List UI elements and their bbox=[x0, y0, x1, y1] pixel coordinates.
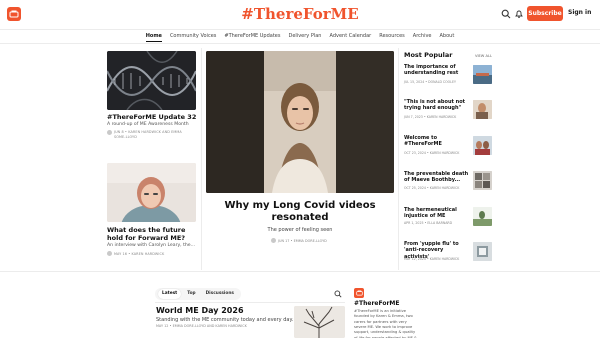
post-subtitle: Standing with the ME community today and… bbox=[156, 317, 294, 323]
popular-post-meta: OCT 23, 2024 • KAREN HARDWICK bbox=[404, 151, 460, 155]
publication-name: #ThereForME bbox=[354, 300, 400, 307]
author-avatar bbox=[107, 130, 112, 135]
feed-divider bbox=[155, 302, 345, 303]
search-icon[interactable] bbox=[501, 9, 511, 19]
post-title[interactable]: What does the future hold for Forward ME… bbox=[107, 226, 199, 242]
feed-tabs: Latest Top Discussions bbox=[155, 288, 241, 300]
tab-latest[interactable]: Latest bbox=[158, 289, 182, 299]
popular-post-thumbnail[interactable] bbox=[473, 65, 492, 84]
site-header: #ThereForME Subscribe Sign in bbox=[0, 0, 600, 30]
popular-post-title[interactable]: The importance of understanding rest bbox=[404, 64, 470, 77]
nav-bottom-divider bbox=[0, 43, 600, 44]
nav-resources[interactable]: Resources bbox=[379, 31, 405, 43]
sign-in-link[interactable]: Sign in bbox=[568, 9, 591, 16]
popular-post-title[interactable]: "This is not about not trying hard enoug… bbox=[404, 99, 470, 112]
post-image-tree[interactable] bbox=[294, 306, 345, 338]
nav-about[interactable]: About bbox=[440, 31, 455, 43]
nav-updates[interactable]: #ThereForME Updates bbox=[224, 31, 280, 43]
most-popular-heading: Most Popular bbox=[404, 51, 453, 59]
post-meta: JUN 8 • KAREN HARDWICK AND EMMA SOME-LLO… bbox=[114, 130, 202, 139]
section-divider bbox=[0, 271, 600, 272]
post-subtitle: An interview with Carolyn Leary, the... bbox=[107, 243, 196, 248]
post-title[interactable]: World ME Day 2026 bbox=[156, 306, 244, 315]
popular-post-thumbnail[interactable] bbox=[473, 242, 492, 261]
column-divider bbox=[398, 48, 399, 270]
view-all-link[interactable]: VIEW ALL bbox=[475, 54, 492, 58]
hero-subtitle: The power of feeling seen bbox=[267, 227, 333, 233]
post-image-portrait[interactable] bbox=[107, 163, 196, 222]
post-subtitle: A round-up of ME Awareness Month bbox=[107, 122, 189, 127]
nav-advent-calendar[interactable]: Advent Calendar bbox=[329, 31, 371, 43]
publication-logo-icon[interactable] bbox=[354, 288, 364, 298]
tab-top[interactable]: Top bbox=[183, 289, 199, 299]
post-image-dna[interactable] bbox=[107, 51, 196, 110]
popular-post-thumbnail[interactable] bbox=[473, 207, 492, 226]
popular-post-thumbnail[interactable] bbox=[473, 136, 492, 155]
hero-meta: JUN 17 • EMMA DORE-LLOYD bbox=[278, 239, 327, 243]
hero-title[interactable]: Why my Long Covid videos resonated bbox=[206, 200, 394, 224]
subscribe-button[interactable]: Subscribe bbox=[527, 6, 563, 21]
main-nav: Home Community Voices #ThereForME Update… bbox=[0, 31, 600, 43]
popular-post-meta: APR 1, 2025 • ELLA BARNARD bbox=[404, 221, 453, 225]
popular-post-meta: MAY 12, 2024 • KAREN HARDWICK bbox=[404, 257, 460, 261]
popular-post-thumbnail[interactable] bbox=[473, 171, 492, 190]
popular-post-meta: JUN 7, 2023 • KAREN HARDWICK bbox=[404, 115, 457, 119]
post-meta-line: SOME-LLOYD bbox=[114, 134, 137, 139]
tab-discussions[interactable]: Discussions bbox=[202, 289, 238, 299]
post-meta: MAY 16 • KAREN HARDWICK bbox=[114, 252, 165, 256]
post-title[interactable]: #ThereForME Update 32 bbox=[107, 113, 199, 121]
nav-archive[interactable]: Archive bbox=[413, 31, 432, 43]
search-icon[interactable] bbox=[334, 290, 342, 298]
popular-post-title[interactable]: The hermeneutical injustice of ME bbox=[404, 207, 470, 220]
popular-post-title[interactable]: Welcome to #ThereForME bbox=[404, 135, 470, 148]
nav-top-divider bbox=[0, 29, 600, 30]
author-avatar bbox=[107, 251, 112, 256]
author-avatar bbox=[271, 238, 276, 243]
popular-post-meta: JUL 15, 2024 • DONALD COOLEY bbox=[404, 80, 456, 84]
post-meta: MAY 12 • EMMA DORE-LLOYD AND KAREN HARDW… bbox=[156, 324, 247, 328]
popular-post-thumbnail[interactable] bbox=[473, 100, 492, 119]
nav-home[interactable]: Home bbox=[145, 31, 162, 42]
publication-description: #ThereForME is an initiative founded by … bbox=[354, 309, 418, 338]
notification-bell-icon[interactable] bbox=[514, 9, 524, 19]
nav-delivery-plan[interactable]: Delivery Plan bbox=[289, 31, 322, 43]
popular-post-title[interactable]: The preventable death of Maeve Boothby..… bbox=[404, 171, 470, 184]
column-divider bbox=[201, 48, 202, 270]
nav-community-voices[interactable]: Community Voices bbox=[170, 31, 216, 43]
hero-image[interactable] bbox=[206, 51, 394, 193]
popular-post-meta: OCT 25, 2024 • KAREN HARDWICK bbox=[404, 186, 460, 190]
